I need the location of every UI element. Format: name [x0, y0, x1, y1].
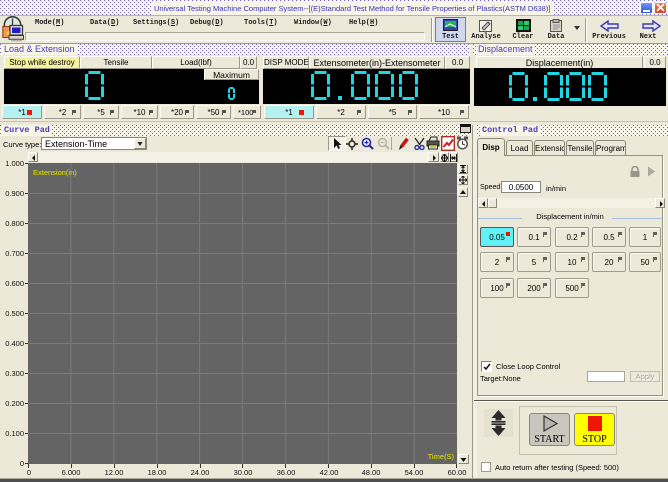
svg-text:Time(S): Time(S): [428, 452, 455, 461]
svg-text:Extension(in): Extension(in): [33, 168, 77, 177]
